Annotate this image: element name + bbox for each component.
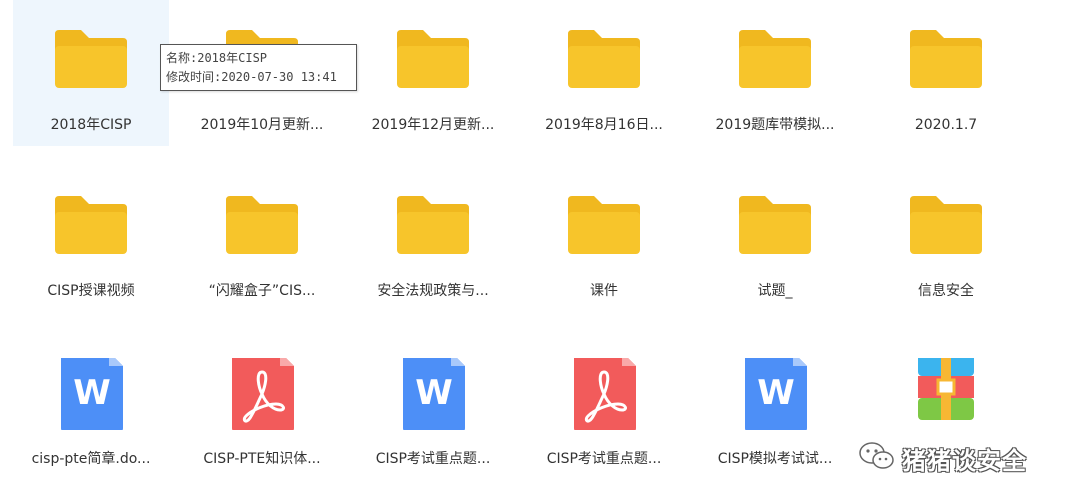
archive-icon — [906, 358, 986, 430]
file-label: 2020.1.7 — [914, 117, 978, 133]
folder-icon — [735, 190, 815, 262]
folder-icon — [51, 24, 131, 96]
file-item-3[interactable]: 2019年8月16日... — [526, 0, 682, 146]
file-label: CISP授课视频 — [47, 283, 135, 299]
file-item-14[interactable]: W CISP考试重点题... — [355, 334, 511, 480]
svg-text:W: W — [757, 373, 795, 413]
file-item-15[interactable]: CISP考试重点题... — [526, 334, 682, 480]
file-item-12[interactable]: W cisp-pte简章.do... — [13, 334, 169, 480]
wechat-icon — [858, 440, 896, 476]
word-doc-icon: W — [735, 358, 815, 430]
file-tooltip: 名称:2018年CISP 修改时间:2020-07-30 13:41 — [160, 44, 357, 91]
file-label: 2019年12月更新... — [371, 117, 495, 133]
watermark: 猪猪谈安全 — [858, 438, 1027, 478]
folder-icon — [906, 190, 986, 262]
file-label: 2018年CISP — [50, 117, 132, 133]
folder-icon — [906, 24, 986, 96]
folder-icon — [222, 190, 302, 262]
file-item-13[interactable]: CISP-PTE知识体... — [184, 334, 340, 480]
folder-icon — [735, 24, 815, 96]
tooltip-name: 名称:2018年CISP — [166, 51, 268, 65]
file-label: CISP模拟考试试... — [717, 451, 833, 467]
folder-icon — [393, 24, 473, 96]
file-item-2[interactable]: 2019年12月更新... — [355, 0, 511, 146]
pdf-file-icon — [564, 358, 644, 430]
file-label: CISP考试重点题... — [375, 451, 491, 467]
file-item-9[interactable]: 课件 — [526, 166, 682, 312]
file-item-16[interactable]: W CISP模拟考试试... — [697, 334, 853, 480]
file-label: cisp-pte简章.do... — [31, 451, 151, 467]
file-item-5[interactable]: 2020.1.7 — [868, 0, 1024, 146]
file-label: “闪耀盒子”CIS... — [208, 283, 316, 299]
file-item-10[interactable]: 试题_ — [697, 166, 853, 312]
file-label: 2019年10月更新... — [200, 117, 324, 133]
tooltip-modified-time: 修改时间:2020-07-30 13:41 — [166, 70, 337, 84]
watermark-text: 猪猪谈安全 — [902, 446, 1027, 475]
file-item-7[interactable]: “闪耀盒子”CIS... — [184, 166, 340, 312]
file-label: 课件 — [590, 283, 618, 299]
file-label: 试题_ — [757, 283, 793, 299]
file-label: CISP-PTE知识体... — [203, 451, 321, 467]
file-label: 信息安全 — [918, 283, 974, 299]
pdf-file-icon — [222, 358, 302, 430]
svg-text:W: W — [73, 373, 111, 413]
folder-icon — [51, 190, 131, 262]
file-label: 2019题库带模拟... — [715, 117, 835, 133]
file-item-11[interactable]: 信息安全 — [868, 166, 1024, 312]
svg-text:W: W — [415, 373, 453, 413]
file-item-6[interactable]: CISP授课视频 — [13, 166, 169, 312]
file-label: CISP考试重点题... — [546, 451, 662, 467]
word-doc-icon: W — [51, 358, 131, 430]
folder-icon — [393, 190, 473, 262]
file-item-0[interactable]: 2018年CISP — [13, 0, 169, 146]
word-doc-icon: W — [393, 358, 473, 430]
file-label: 安全法规政策与... — [377, 283, 489, 299]
folder-icon — [564, 190, 644, 262]
folder-icon — [564, 24, 644, 96]
file-label: 2019年8月16日... — [545, 117, 663, 133]
file-item-8[interactable]: 安全法规政策与... — [355, 166, 511, 312]
file-item-4[interactable]: 2019题库带模拟... — [697, 0, 853, 146]
